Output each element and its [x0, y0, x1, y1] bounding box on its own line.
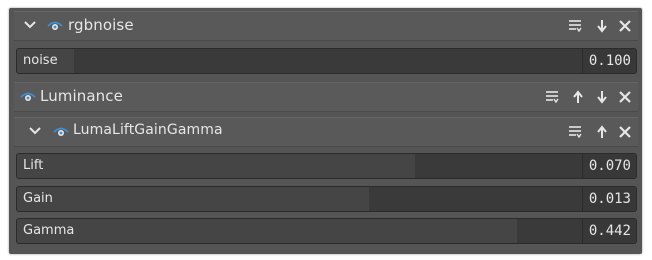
slider-value: 0.100 — [588, 53, 631, 69]
value-box[interactable]: 0.070 — [582, 154, 636, 178]
value-box[interactable]: 0.100 — [582, 49, 636, 73]
slider-value: 0.070 — [588, 158, 631, 174]
arrow-down-icon[interactable] — [594, 89, 610, 105]
eye-icon[interactable] — [53, 123, 69, 139]
block-header-lumaliftgaingamma[interactable]: LumaLiftGainGamma — [14, 117, 638, 147]
menu-lines-icon[interactable] — [567, 124, 583, 140]
slider-label: Gamma — [23, 223, 75, 238]
block-title: Luminance — [40, 87, 123, 105]
block-title: LumaLiftGainGamma — [73, 122, 223, 138]
block-header-rgbnoise[interactable]: rgbnoise — [14, 11, 638, 41]
arrow-down-icon[interactable] — [594, 18, 610, 34]
screenshot-frame: rgbnoise noise 0.100 Luminance LumaLiftG… — [0, 0, 652, 260]
slider-label: noise — [23, 53, 58, 68]
close-icon[interactable] — [617, 18, 633, 34]
slider-label: Gain — [23, 191, 53, 206]
filter-stack-panel: rgbnoise noise 0.100 Luminance LumaLiftG… — [9, 8, 642, 254]
param-slider-gain[interactable]: Gain 0.013 — [16, 186, 637, 212]
arrow-up-icon[interactable] — [594, 124, 610, 140]
arrow-up-icon[interactable] — [570, 89, 586, 105]
slider-value: 0.442 — [588, 223, 631, 239]
param-slider-gamma[interactable]: Gamma 0.442 — [16, 218, 637, 244]
eye-icon[interactable] — [20, 88, 36, 104]
value-box[interactable]: 0.442 — [582, 219, 636, 243]
slider-fill — [17, 154, 415, 178]
slider-fill — [17, 219, 517, 243]
slider-label: Lift — [23, 158, 44, 173]
param-slider-lift[interactable]: Lift 0.070 — [16, 153, 637, 179]
param-slider-noise[interactable]: noise 0.100 — [16, 48, 637, 74]
slider-value: 0.013 — [588, 191, 631, 207]
chevron-down-icon[interactable] — [28, 124, 42, 138]
menu-lines-icon[interactable] — [567, 18, 583, 34]
chevron-down-icon[interactable] — [23, 18, 37, 32]
slider-fill — [17, 187, 369, 211]
close-icon[interactable] — [617, 124, 633, 140]
block-header-luminance[interactable]: Luminance — [14, 82, 638, 112]
close-icon[interactable] — [617, 89, 633, 105]
menu-lines-icon[interactable] — [544, 89, 560, 105]
block-title: rgbnoise — [68, 16, 134, 34]
eye-icon[interactable] — [47, 17, 63, 33]
value-box[interactable]: 0.013 — [582, 187, 636, 211]
